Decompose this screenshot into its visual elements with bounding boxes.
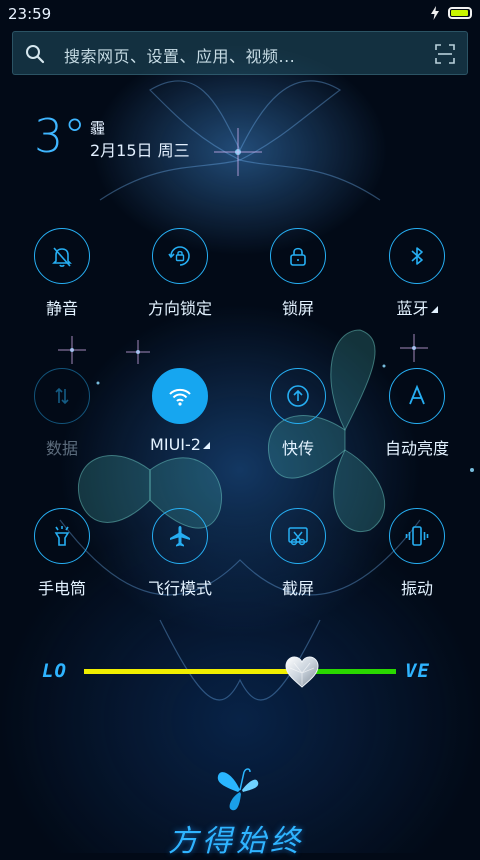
toggle-screenshot-circle[interactable] xyxy=(270,508,326,564)
toggle-rotation-lock-label: 方向锁定 xyxy=(147,299,212,318)
wifi-icon xyxy=(169,388,191,406)
bluetooth-icon xyxy=(411,247,423,265)
brightness-left-text: LO xyxy=(42,660,67,682)
signature-text: 方得始终 xyxy=(168,824,304,859)
toggle-vibrate[interactable]: 振动 xyxy=(357,508,477,599)
rotation-lock-icon xyxy=(168,246,190,266)
flashlight-icon xyxy=(54,526,70,546)
toggle-airplane-mode[interactable]: 飞行模式 xyxy=(120,508,240,599)
padlock-icon xyxy=(290,247,306,266)
heart-thumb-icon[interactable] xyxy=(284,655,320,689)
wifi-network-name: MIUI-2 xyxy=(150,435,201,454)
toggle-bluetooth-circle[interactable] xyxy=(389,228,445,284)
toggle-flashlight-circle[interactable] xyxy=(34,508,90,564)
toggle-auto-brightness-circle[interactable] xyxy=(389,368,445,424)
toggle-wifi-label: MIUI-2 xyxy=(120,435,240,454)
brightness-track-filled xyxy=(84,669,303,674)
toggle-screenshot[interactable]: 截屏 xyxy=(238,508,358,599)
brightness-slider[interactable] xyxy=(84,656,396,688)
search-placeholder: 搜索网页、设置、应用、视频... xyxy=(64,47,296,66)
toggle-wifi[interactable]: MIUI-2 xyxy=(120,368,240,454)
menu-corner-icon xyxy=(430,306,438,313)
battery-icon xyxy=(448,7,472,19)
scissors-icon xyxy=(288,527,308,546)
status-bar: 23:59 xyxy=(0,0,480,28)
toggle-wifi-circle[interactable] xyxy=(152,368,208,424)
toggle-mobile-data-label: 数据 xyxy=(45,439,78,458)
toggle-bluetooth-label: 蓝牙 xyxy=(357,295,477,319)
weather-temperature[interactable]: 3° xyxy=(34,108,86,164)
toggle-rotation-lock[interactable]: 方向锁定 xyxy=(120,228,240,319)
toggle-airplane-mode-circle[interactable] xyxy=(152,508,208,564)
toggle-vibrate-circle[interactable] xyxy=(389,508,445,564)
toggle-rotation-lock-circle[interactable] xyxy=(152,228,208,284)
toggle-mobile-data[interactable]: 数据 xyxy=(2,368,122,459)
toggle-quick-transfer[interactable]: 快传 xyxy=(238,368,358,459)
toggle-lock-screen-circle[interactable] xyxy=(270,228,326,284)
toggle-mobile-data-circle[interactable] xyxy=(34,368,90,424)
menu-corner-icon xyxy=(202,442,210,449)
toggle-bluetooth[interactable]: 蓝牙 xyxy=(357,228,477,319)
toggle-auto-brightness[interactable]: 自动亮度 xyxy=(357,368,477,459)
data-arrows-icon xyxy=(55,387,69,405)
toggle-flashlight[interactable]: 手电筒 xyxy=(2,508,122,599)
butterfly-logo-icon xyxy=(217,768,259,811)
toggle-lock-screen[interactable]: 锁屏 xyxy=(238,228,358,319)
scan-icon[interactable] xyxy=(435,44,455,64)
bell-off-icon xyxy=(52,247,72,267)
brightness-right-text: VE xyxy=(405,660,430,682)
toggle-quick-transfer-label: 快传 xyxy=(281,439,314,458)
vibrate-icon xyxy=(405,526,429,546)
bluetooth-label-text: 蓝牙 xyxy=(396,299,429,318)
toggle-quick-transfer-circle[interactable] xyxy=(270,368,326,424)
toggle-mute-circle[interactable] xyxy=(34,228,90,284)
toggle-lock-screen-label: 锁屏 xyxy=(281,299,314,318)
upload-circle-icon xyxy=(287,385,309,407)
toggle-airplane-mode-label: 飞行模式 xyxy=(147,579,212,598)
search-icon xyxy=(26,45,45,64)
toggle-auto-brightness-label: 自动亮度 xyxy=(384,439,449,458)
airplane-icon xyxy=(170,526,190,547)
toggle-flashlight-label: 手电筒 xyxy=(37,579,86,598)
battery-fill xyxy=(451,10,468,16)
weather-condition: 霾 xyxy=(90,119,106,137)
toggle-vibrate-label: 振动 xyxy=(400,579,433,598)
clock: 23:59 xyxy=(8,5,52,23)
toggle-screenshot-label: 截屏 xyxy=(281,579,314,598)
charging-icon xyxy=(431,6,439,20)
toggle-mute-label: 静音 xyxy=(45,299,78,318)
weather-date: 2月15日 周三 xyxy=(90,141,190,160)
search-bar[interactable]: 搜索网页、设置、应用、视频... xyxy=(12,31,468,75)
letter-a-icon xyxy=(409,384,425,405)
toggle-mute[interactable]: 静音 xyxy=(2,228,122,319)
